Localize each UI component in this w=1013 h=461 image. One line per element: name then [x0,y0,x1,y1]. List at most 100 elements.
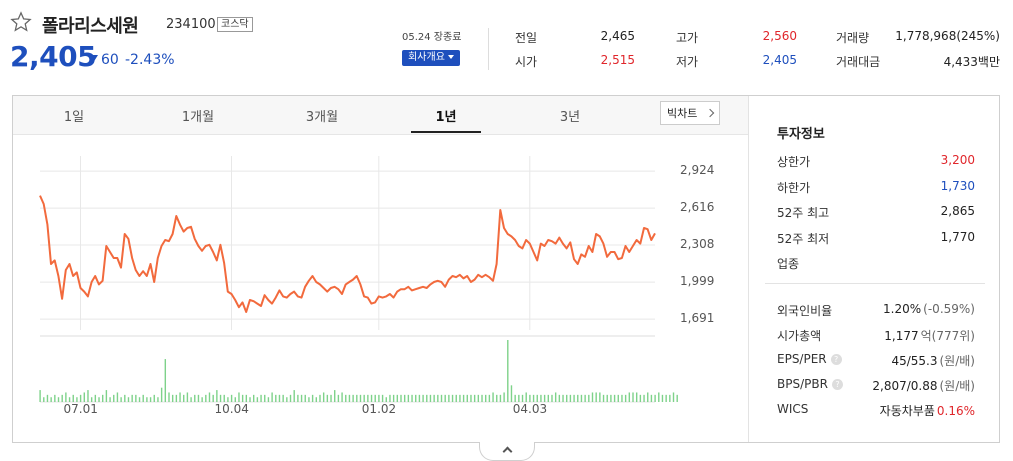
volume-bar [79,394,82,402]
volume-bar [665,394,667,402]
volume-bar [580,394,583,402]
volume-bar [477,394,480,402]
volume-bar [429,394,432,402]
y-tick-label: 1,691 [680,311,715,326]
volume-bar [43,397,45,402]
volume-bar [632,392,634,402]
volume-bar [171,394,174,402]
volume-bar [352,394,354,402]
info-value: 45/55.3 (원/배) [891,352,975,369]
tab-1[interactable]: 1일 [34,106,114,125]
volume-bar [492,392,494,402]
volume-bar [315,397,317,402]
info-extra-value: (-0.59%) [923,302,975,316]
volume-bar [179,392,181,402]
volume-bar [422,394,424,402]
volume-bar [326,394,329,402]
info-label: 52주 최저 [777,231,830,246]
volume-bar [462,394,465,402]
volume-bar [643,394,645,402]
quote-value: 4,433백만 [943,55,1000,69]
change-value: 60 [101,52,119,68]
volume-bar [451,394,454,402]
period-tabbar [13,96,748,135]
volume-bar [230,394,233,402]
volume-bar [437,394,439,402]
volume-bar [245,394,248,402]
volume-bar [403,394,406,402]
help-icon[interactable]: ? [830,354,842,365]
volume-bar [135,394,137,402]
info-label: BPS/PBR? [777,377,843,391]
volume-bar [672,392,675,402]
volume-bar [341,392,343,402]
info-label: 업종 [777,257,800,271]
volume-bar [650,394,653,402]
volume-bar [116,392,119,402]
volume-bar [606,394,608,402]
volume-bar [197,394,200,402]
volume-bar [411,394,413,402]
x-tick-label: 07.01 [63,402,98,416]
volume-bar [521,394,524,402]
volume-bar [588,394,590,402]
info-main-value: 1.20% [883,302,922,316]
volume-bar [293,390,295,402]
volume-bar [370,394,373,402]
volume-bar [595,392,597,402]
volume-bar [267,397,270,402]
volume-bar [216,390,218,402]
quote-label: 거래량 [836,31,870,45]
volume-bar [146,397,148,402]
volume-bar [510,385,513,402]
tab-2[interactable]: 1개월 [158,106,238,125]
info-value: 3,200 [940,153,975,167]
bigchart-button[interactable]: 빅차트 [660,101,720,125]
help-icon[interactable]: ? [831,379,843,390]
market-status-date: 05.24 장종료 [402,32,462,43]
tab-4[interactable]: 1년 [406,106,486,125]
volume-bar [57,397,60,402]
info-label: 상한가 [777,155,811,169]
volume-bar [639,394,642,402]
volume-bar [536,394,538,402]
volume-bar [669,394,671,402]
volume-bar [591,392,594,402]
quote-value: 2,405 [762,53,797,67]
volume-bar [496,394,498,402]
volume-bar [83,392,85,402]
info-extra-value: (원/배) [939,354,976,368]
y-tick-label: 2,308 [680,237,715,252]
tab-3[interactable]: 3개월 [282,106,362,125]
volume-bar [260,394,262,402]
active-tab-indicator [411,131,481,133]
y-tick-label: 2,616 [680,200,715,215]
volume-bar [61,394,63,402]
volume-bar [109,397,111,402]
tab-5[interactable]: 3년 [530,106,610,125]
price-change: 60 [88,52,119,68]
company-overview-button[interactable]: 회사개요 [402,50,460,66]
volume-bar [297,394,299,402]
info-value: 1,770 [940,229,975,244]
volume-bar [610,394,612,402]
volume-bar [433,394,435,402]
volume-bar [201,397,203,402]
info-value: 2,807/0.88 (원/배) [872,377,975,394]
volume-bar [359,394,362,402]
info-value: 1,730 [940,178,975,193]
volume-bar [466,394,468,402]
volume-bar [311,394,314,402]
volume-bar [624,394,627,402]
volume-bar [628,392,631,402]
bigchart-label: 빅차트 [667,107,698,120]
info-main-value: 1,177 [884,329,919,343]
favorite-star-icon[interactable] [10,11,32,33]
change-percent: -2.43% [125,52,175,68]
collapse-chart-button[interactable] [479,442,535,461]
volume-bar [356,394,358,402]
volume-bar [676,394,678,402]
volume-bar [378,394,380,402]
stock-name: 폴라리스세원 [42,16,139,37]
volume-bar [514,394,516,402]
